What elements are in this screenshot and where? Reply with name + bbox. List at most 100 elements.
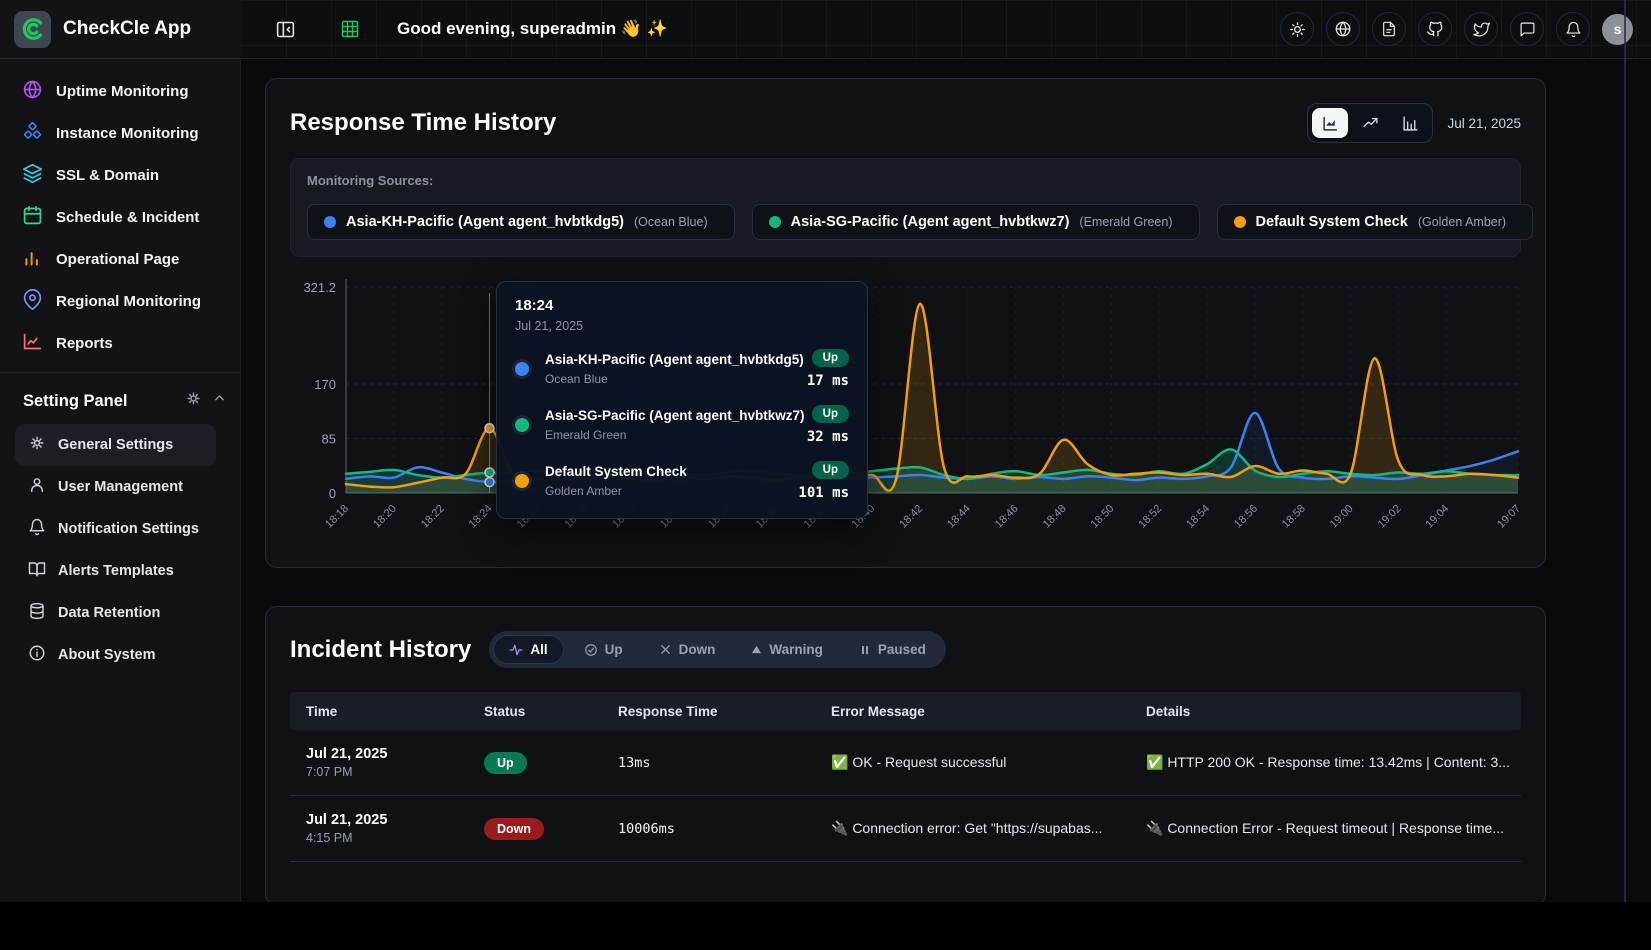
book-icon (28, 560, 46, 582)
globe-icon (22, 79, 43, 104)
settings-item-label: About System (58, 647, 156, 663)
activity-icon (509, 643, 523, 657)
twitter-icon[interactable] (1464, 12, 1498, 46)
legend-color-name: (Golden Amber) (1418, 215, 1506, 229)
header: CheckCle App Good evening, superadmin 👋 … (0, 0, 1651, 59)
user-avatar[interactable]: s (1602, 14, 1633, 45)
bar-chart-button[interactable] (1392, 108, 1428, 138)
grid-icon[interactable] (340, 19, 360, 39)
greeting-text: Good evening, superadmin 👋 ✨ (397, 19, 668, 39)
legend-chip-asia-kh[interactable]: Asia-KH-Pacific (Agent agent_hvbtkdg5) (… (307, 204, 735, 240)
settings-item-label: Alerts Templates (58, 563, 174, 579)
app-logo[interactable]: CheckCle App (0, 0, 241, 58)
response-time-card: Response Time History (265, 78, 1546, 568)
chart-type-toggle (1307, 103, 1433, 143)
filter-down[interactable]: Down (643, 635, 732, 664)
area-chart-button[interactable] (1312, 108, 1348, 138)
sidebar-item-label: Reports (56, 335, 113, 352)
incident-card-title: Incident History (290, 636, 471, 664)
filter-paused[interactable]: Paused (843, 635, 942, 664)
row-error-message: ✅ OK - Request successful (815, 754, 1130, 771)
svg-text:19:02: 19:02 (1376, 503, 1404, 531)
settings-item-label: General Settings (58, 437, 173, 453)
col-response-time: Response Time (602, 704, 815, 719)
status-badge: Down (484, 818, 544, 840)
table-row: Jul 21, 2025 4:15 PM Down 10006ms 🔌 Conn… (290, 796, 1521, 862)
calendar-icon (22, 205, 43, 230)
svg-text:170: 170 (314, 377, 336, 392)
bell-icon[interactable] (1556, 12, 1590, 46)
document-icon[interactable] (1372, 12, 1406, 46)
filter-all[interactable]: All (493, 635, 563, 664)
series-dot (769, 216, 781, 228)
tooltip-series-color: Golden Amber (545, 484, 798, 498)
col-time: Time (290, 704, 468, 719)
table-row: Jul 21, 2025 7:07 PM Up 13ms ✅ OK - Requ… (290, 730, 1521, 796)
svg-text:18:44: 18:44 (945, 503, 973, 531)
sidebar-item-instance-monitoring[interactable]: Instance Monitoring (0, 112, 240, 154)
tooltip-value: 32 ms (807, 429, 849, 445)
bell-icon (28, 518, 46, 540)
gear-icon (28, 434, 46, 456)
col-status: Status (468, 704, 602, 719)
app-title: CheckCle App (63, 18, 191, 40)
response-chart-svg: 085170321.218:1818:2018:2218:2418:2618:2… (290, 271, 1523, 541)
sidebar-item-alerts-templates[interactable]: Alerts Templates (15, 550, 216, 592)
legend-chip-asia-sg[interactable]: Asia-SG-Pacific (Agent agent_hvbtkwz7) (… (752, 204, 1200, 240)
sidebar-item-regional-monitoring[interactable]: Regional Monitoring (0, 280, 240, 322)
sidebar-item-uptime-monitoring[interactable]: Uptime Monitoring (0, 70, 240, 112)
line-chart-button[interactable] (1352, 108, 1388, 138)
tooltip-value: 17 ms (807, 373, 849, 389)
legend-name: Asia-SG-Pacific (Agent agent_hvbtkwz7) (791, 214, 1070, 230)
sidebar-item-notification-settings[interactable]: Notification Settings (15, 508, 216, 550)
monitoring-sources-label: Monitoring Sources: (307, 173, 1504, 188)
info-icon (28, 644, 46, 666)
legend-color-name: (Ocean Blue) (634, 215, 708, 229)
chat-icon[interactable] (1510, 12, 1544, 46)
scrollbar[interactable] (1624, 0, 1626, 902)
filter-label: Warning (769, 642, 823, 657)
tooltip-value: 101 ms (798, 485, 849, 501)
sidebar-item-schedule-incident[interactable]: Schedule & Incident (0, 196, 240, 238)
panel-collapse-icon[interactable] (275, 19, 296, 40)
github-icon[interactable] (1418, 12, 1452, 46)
filter-warning[interactable]: Warning (735, 635, 839, 664)
svg-text:18:42: 18:42 (897, 503, 925, 531)
sidebar-item-about-system[interactable]: About System (15, 634, 216, 676)
tooltip-row: Default System Check Golden Amber Up 101… (515, 460, 849, 501)
sidebar-item-general-settings[interactable]: General Settings (15, 424, 216, 466)
legend-chip-default-system[interactable]: Default System Check (Golden Amber) (1217, 204, 1534, 240)
language-globe-icon[interactable] (1326, 12, 1360, 46)
sidebar-item-operational-page[interactable]: Operational Page (0, 238, 240, 280)
status-badge: Up (812, 461, 849, 479)
sidebar-divider (0, 372, 240, 373)
row-date: Jul 21, 2025 (306, 812, 468, 828)
svg-text:18:46: 18:46 (993, 503, 1021, 531)
tooltip-row: Asia-KH-Pacific (Agent agent_hvbtkdg5) O… (515, 348, 849, 389)
legend-name: Asia-KH-Pacific (Agent agent_hvbtkdg5) (346, 214, 624, 230)
col-details: Details (1130, 704, 1521, 719)
svg-text:18:22: 18:22 (419, 503, 447, 531)
series-dot (324, 216, 336, 228)
layers-icon (22, 163, 43, 188)
chevron-up-icon[interactable] (212, 391, 227, 411)
row-response-time: 13ms (602, 755, 815, 771)
sidebar-item-ssl-domain[interactable]: SSL & Domain (0, 154, 240, 196)
monitoring-sources-panel: Monitoring Sources: Asia-KH-Pacific (Age… (290, 158, 1521, 257)
setting-panel-header[interactable]: Setting Panel (23, 390, 227, 412)
row-details: ✅ HTTP 200 OK - Response time: 13.42ms |… (1130, 754, 1521, 771)
sidebar-item-data-retention[interactable]: Data Retention (15, 592, 216, 634)
gear-icon[interactable] (185, 390, 202, 412)
checkcle-logo-icon (14, 11, 51, 48)
row-error-message: 🔌 Connection error: Get "https://supabas… (815, 820, 1130, 837)
col-error-message: Error Message (815, 704, 1130, 719)
theme-toggle-sun-icon[interactable] (1280, 12, 1314, 46)
filter-up[interactable]: Up (568, 635, 639, 664)
tooltip-series-color: Emerald Green (545, 428, 807, 442)
filter-label: Up (605, 642, 623, 657)
filter-label: Down (679, 642, 716, 657)
sidebar-item-user-management[interactable]: User Management (15, 466, 216, 508)
sidebar-item-reports[interactable]: Reports (0, 322, 240, 364)
svg-text:19:00: 19:00 (1328, 503, 1356, 531)
tooltip-time: 18:24 (515, 297, 849, 314)
